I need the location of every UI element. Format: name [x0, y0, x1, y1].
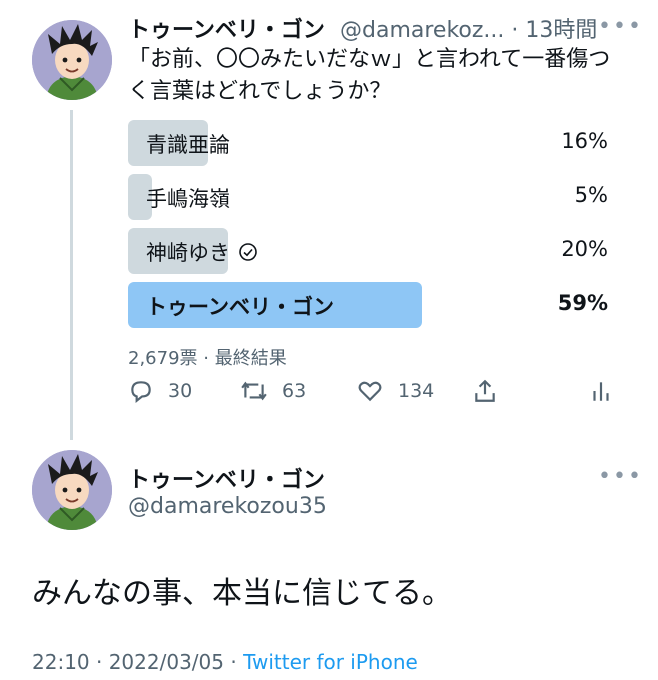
poll-option-label: 青識亜論 [146, 133, 230, 157]
heart-icon [358, 381, 382, 402]
reply-button[interactable]: 30 [128, 378, 192, 404]
poll-option-percent: 16% [561, 129, 608, 153]
tweet-timestamp-line: 22:10 · 2022/03/05 · Twitter for iPhone [32, 650, 418, 674]
tweet-timestamp[interactable]: 22:10 · 2022/03/05 · [32, 650, 243, 674]
poll-option-2: 手嶋海嶺 5% [128, 174, 610, 220]
voted-check-icon [239, 243, 257, 261]
retweet-button[interactable]: 63 [240, 378, 306, 404]
share-button[interactable] [472, 378, 498, 404]
poll-summary: 2,679票 · 最終結果 [128, 348, 287, 369]
tweet-text-line: く言葉はどれでしょうか？ [128, 79, 392, 104]
avatar[interactable] [32, 450, 112, 530]
poll-option-label: 神崎ゆき [146, 241, 230, 265]
poll-option-3: 神崎ゆき 20% [128, 228, 610, 274]
author-name[interactable]: トゥーンベリ・ゴン [128, 12, 325, 44]
author-name[interactable]: トゥーンベリ・ゴン [128, 462, 325, 494]
more-options-button[interactable]: ••• [598, 464, 643, 489]
share-icon [475, 379, 495, 402]
tweet-text: 「お前、〇〇みたいだなｗ」と言われて一番傷つ く言葉はどれでしょうか？ [128, 44, 628, 108]
poll-option-percent: 20% [561, 237, 608, 261]
retweet-count: 63 [282, 380, 307, 402]
tweet-text: みんなの事、本当に信じてる。 [32, 576, 452, 611]
avatar[interactable] [32, 20, 112, 100]
poll-option-label: トゥーンベリ・ゴン [146, 295, 334, 319]
analytics-button[interactable] [590, 378, 612, 404]
poll-option-1: 青識亜論 16% [128, 120, 610, 166]
poll-option-label-wrap: 神崎ゆき [146, 237, 258, 267]
poll-option-4: トゥーンベリ・ゴン 59% [128, 282, 610, 328]
author-handle[interactable]: @damarekozou35 [128, 494, 327, 519]
poll-option-label: 手嶋海嶺 [146, 187, 230, 211]
reply-count: 30 [168, 380, 193, 402]
poll-option-percent: 59% [557, 291, 608, 315]
analytics-icon [593, 382, 609, 401]
avatar-illustration-icon [32, 450, 112, 530]
author-handle-and-time[interactable]: @damarekoz... · 13時間 [340, 12, 597, 44]
thread-connector-line [70, 110, 73, 440]
like-button[interactable]: 134 [356, 378, 434, 404]
avatar-illustration-icon [32, 20, 112, 100]
reply-icon [131, 381, 151, 404]
tweet-source-link[interactable]: Twitter for iPhone [243, 650, 418, 674]
poll-option-percent: 5% [574, 183, 608, 207]
like-count: 134 [398, 380, 435, 402]
retweet-icon [241, 381, 267, 401]
tweet-text-line: 「お前、〇〇みたいだなｗ」と言われて一番傷つ [128, 47, 611, 72]
more-options-button[interactable]: ••• [598, 14, 643, 39]
